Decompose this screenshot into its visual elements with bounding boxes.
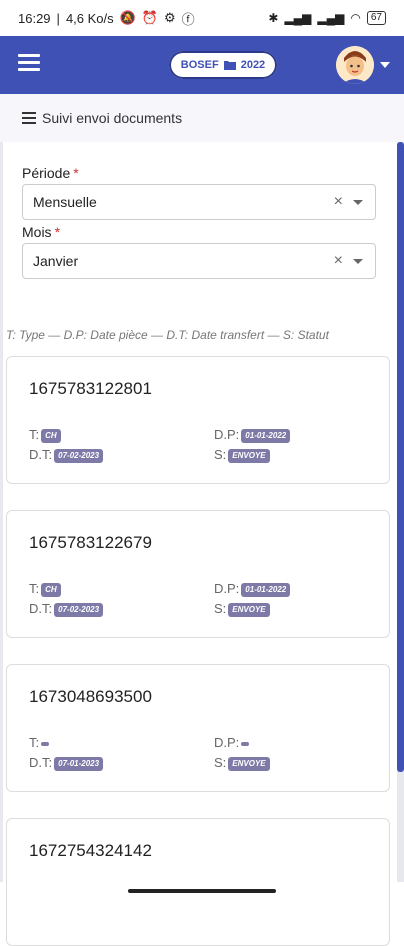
- month-select-value: Janvier: [33, 253, 79, 269]
- list-icon: [22, 112, 36, 124]
- document-card[interactable]: 1672754324142: [6, 818, 390, 946]
- document-id: 1675783122679: [29, 533, 152, 552]
- home-indicator[interactable]: [128, 889, 276, 893]
- date-piece-badge: 01-01-2022: [241, 428, 291, 443]
- status-row: S: ENVOYE: [214, 447, 270, 463]
- legend: T: Type — D.P: Date pièce — D.T: Date tr…: [6, 328, 329, 342]
- battery-icon: 67: [366, 11, 386, 25]
- document-id: 1673048693500: [29, 687, 152, 706]
- breadcrumb: Suivi envoi documents: [0, 94, 404, 142]
- period-label: Période *: [22, 165, 79, 181]
- month-label: Mois *: [22, 224, 61, 240]
- document-card[interactable]: 1673048693500 T: D.P: D.T: 07-01-2023 S: E…: [6, 664, 390, 792]
- document-id: 1675783122801: [29, 379, 152, 398]
- status-bar: 16:29 | 4,6 Ko/s 🔕 ⏰ ⚙ ⓕ ✱ ▂▄▆ ▂▄▆ ◠ 67: [0, 0, 404, 36]
- type-row: T:: [29, 735, 50, 750]
- scrollbar-thumb[interactable]: [397, 142, 404, 772]
- bluetooth-icon: ✱: [268, 11, 279, 25]
- month-clear-icon[interactable]: ×: [334, 252, 343, 270]
- period-clear-icon[interactable]: ×: [334, 193, 343, 211]
- avatar-dropdown-caret-icon[interactable]: [380, 62, 390, 68]
- date-piece-row: D.P: 01-01-2022: [214, 581, 291, 597]
- period-chevron-down-icon[interactable]: [353, 200, 363, 205]
- avatar[interactable]: [336, 46, 374, 84]
- month-select[interactable]: Janvier ×: [22, 243, 376, 279]
- type-badge: CH: [41, 428, 61, 443]
- main-content: Période * Mensuelle × Mois * Janvier × T: …: [0, 142, 404, 946]
- document-id: 1672754324142: [29, 841, 152, 860]
- date-transfert-row: D.T: 07-02-2023: [29, 601, 104, 617]
- period-select-value: Mensuelle: [33, 194, 97, 210]
- document-card[interactable]: 1675783122801 T: CH D.P: 01-01-2022 D.T: 07…: [6, 356, 390, 484]
- status-row: S: ENVOYE: [214, 755, 270, 771]
- month-chevron-down-icon[interactable]: [353, 259, 363, 264]
- date-transfert-row: D.T: 07-01-2023: [29, 755, 104, 771]
- alarm-icon: ⏰: [141, 10, 159, 25]
- avatar-icon: [336, 46, 374, 84]
- type-badge: CH: [41, 582, 61, 597]
- mute-icon: 🔕: [119, 10, 136, 25]
- page-title: Suivi envoi documents: [42, 110, 183, 126]
- status-badge: ENVOYE: [228, 448, 270, 463]
- wifi-icon: ◠: [350, 11, 361, 25]
- date-transfert-badge: 07-02-2023: [54, 448, 104, 463]
- type-row: T: CH: [29, 581, 61, 597]
- gear-icon: ⚙: [164, 10, 176, 25]
- required-mark: *: [73, 165, 79, 181]
- type-badge: [41, 741, 50, 746]
- status-row: S: ENVOYE: [214, 601, 270, 617]
- app-bar: BOSEF 2022: [0, 36, 404, 94]
- document-card[interactable]: 1675783122679 T: CH D.P: 01-01-2022 D.T: 07…: [6, 510, 390, 638]
- date-piece-row: D.P:: [214, 735, 250, 750]
- date-transfert-row: D.T: 07-02-2023: [29, 447, 104, 463]
- required-mark: *: [54, 224, 61, 240]
- date-piece-badge: [241, 741, 250, 746]
- status-time: 16:29: [18, 10, 51, 26]
- status-badge: ENVOYE: [228, 602, 270, 617]
- hamburger-icon[interactable]: [18, 54, 40, 72]
- date-piece-row: D.P: 01-01-2022: [214, 427, 291, 443]
- date-piece-badge: 01-01-2022: [241, 582, 291, 597]
- status-net-speed: 4,6 Ko/s: [65, 10, 114, 26]
- date-transfert-badge: 07-02-2023: [54, 602, 104, 617]
- folder-icon: [223, 61, 236, 70]
- status-badge: ENVOYE: [228, 756, 270, 771]
- date-transfert-badge: 07-01-2023: [54, 756, 104, 771]
- type-row: T: CH: [29, 427, 61, 443]
- signal-icon-2: ▂▄▆: [317, 11, 345, 25]
- facebook-icon: ⓕ: [181, 11, 195, 27]
- organization-year-pill[interactable]: BOSEF 2022: [169, 51, 277, 79]
- pill-year: 2022: [240, 59, 266, 71]
- signal-icon: ▂▄▆: [284, 11, 312, 25]
- period-select[interactable]: Mensuelle ×: [22, 184, 376, 220]
- pill-org: BOSEF: [180, 59, 219, 71]
